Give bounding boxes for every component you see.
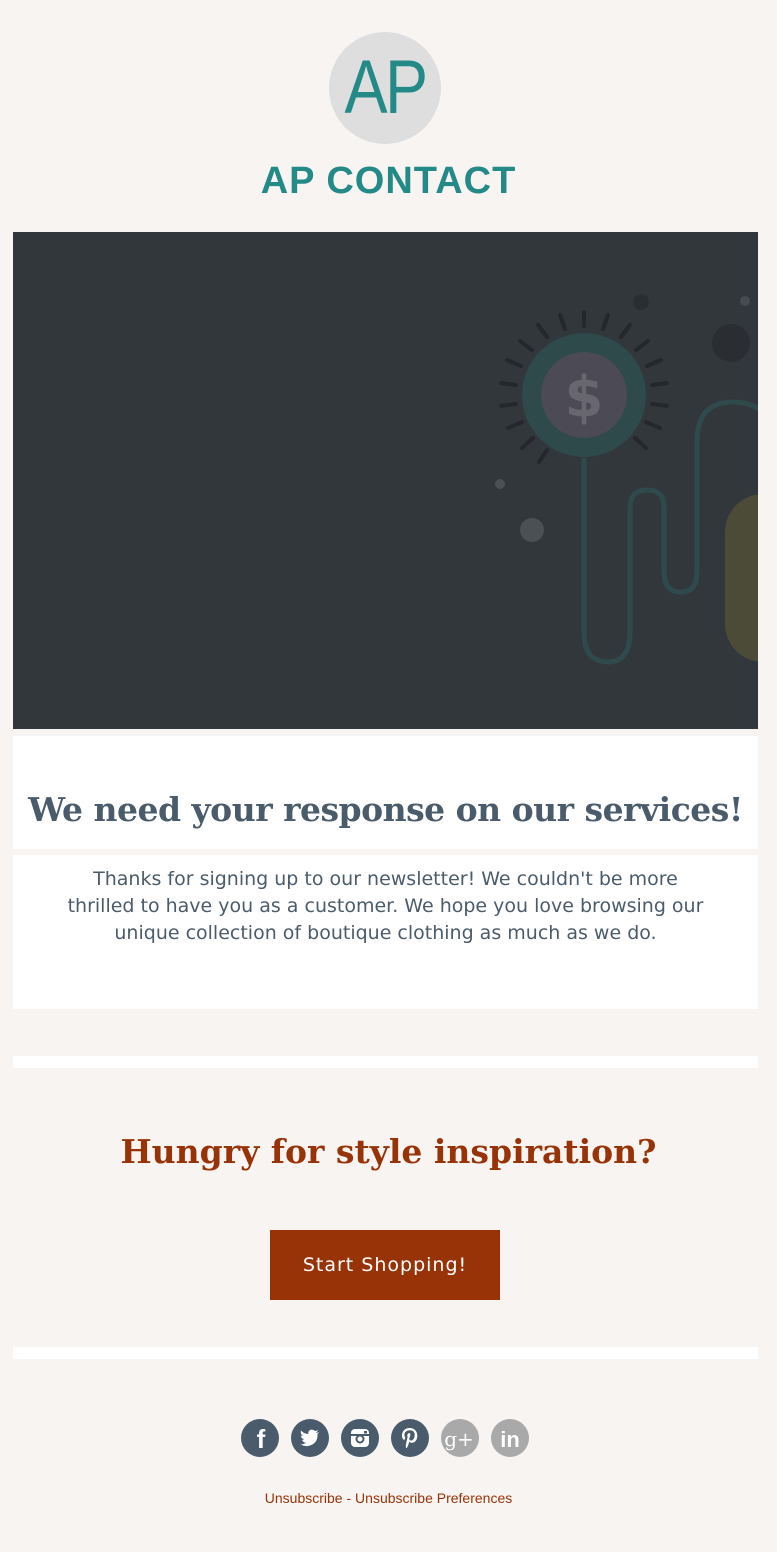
brand-name: AP CONTACT bbox=[260, 160, 517, 202]
main-body-text: Thanks for signing up to our newsletter!… bbox=[67, 868, 704, 944]
unsubscribe-link[interactable]: Unsubscribe bbox=[265, 1490, 343, 1506]
twitter-icon[interactable] bbox=[291, 1419, 329, 1457]
svg-text:in: in bbox=[500, 1427, 520, 1452]
svg-text:g+: g+ bbox=[444, 1427, 474, 1451]
linkedin-icon[interactable]: in bbox=[491, 1419, 529, 1457]
pinterest-icon[interactable] bbox=[391, 1419, 429, 1457]
dollar-coin-icon: $ bbox=[565, 365, 604, 430]
hero-banner: $ bbox=[13, 232, 758, 729]
facebook-icon[interactable]: f bbox=[241, 1419, 279, 1457]
footer-separator: - bbox=[342, 1490, 356, 1506]
footer-links: Unsubscribe - Unsubscribe Preferences bbox=[0, 1490, 777, 1506]
google-plus-icon[interactable]: g+ bbox=[441, 1419, 479, 1457]
hero-illustration: $ bbox=[495, 294, 758, 665]
start-shopping-button[interactable]: Start Shopping! bbox=[270, 1230, 500, 1300]
instagram-icon[interactable] bbox=[341, 1419, 379, 1457]
main-headline: We need your response on our services! bbox=[28, 790, 743, 829]
divider-top bbox=[13, 1056, 758, 1068]
promo-heading: Hungry for style inspiration? bbox=[120, 1132, 657, 1171]
logo-text: AP bbox=[344, 45, 428, 130]
divider-bottom bbox=[13, 1347, 758, 1359]
unsubscribe-preferences-link[interactable]: Unsubscribe Preferences bbox=[355, 1490, 512, 1506]
svg-text:f: f bbox=[257, 1424, 266, 1454]
logo: AP bbox=[329, 32, 441, 144]
